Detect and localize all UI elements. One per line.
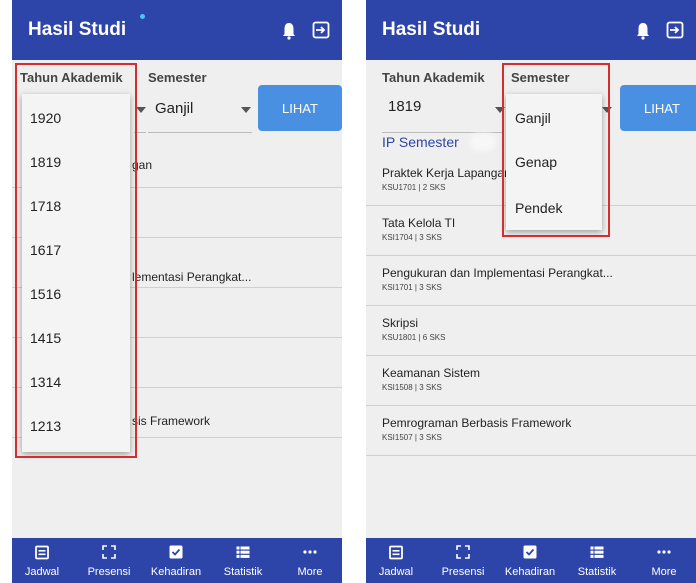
- year-option[interactable]: 1617: [30, 242, 61, 258]
- semester-select-underline: [148, 132, 252, 133]
- lihat-button[interactable]: LIHAT: [620, 85, 696, 131]
- lihat-button[interactable]: LIHAT: [258, 85, 342, 131]
- course-code: KSU1701 | 2 SKS: [382, 183, 446, 192]
- course-name: Tata Kelola TI: [382, 216, 456, 230]
- screen-right: Hasil Studi Tahun Akademik Semester 1819…: [366, 0, 696, 583]
- list-item[interactable]: Pemrograman Berbasis Framework KSI1507 |…: [366, 406, 696, 456]
- semester-label: Semester: [148, 70, 207, 85]
- list-item[interactable]: Skripsi KSU1801 | 6 SKS: [366, 306, 696, 356]
- semester-dropdown-menu: Ganjil Genap Pendek: [506, 94, 602, 230]
- app-bar: Hasil Studi: [12, 0, 342, 60]
- bottom-nav: Jadwal Presensi Kehadiran Statistik More: [12, 538, 342, 583]
- more-icon: [303, 550, 317, 554]
- year-select-value: 1819: [388, 98, 422, 115]
- logout-icon[interactable]: [666, 21, 684, 39]
- semester-option[interactable]: Ganjil: [515, 110, 551, 126]
- chevron-down-icon: [602, 107, 612, 113]
- course-name: Pemrograman Berbasis Framework: [382, 416, 572, 430]
- nav-label: More: [651, 566, 677, 578]
- nav-label: Jadwal: [24, 566, 60, 578]
- tahun-akademik-label: Tahun Akademik: [382, 70, 485, 85]
- notification-dot: [140, 14, 145, 19]
- year-option[interactable]: 1516: [30, 286, 61, 302]
- scan-icon: [102, 545, 116, 559]
- semester-option[interactable]: Genap: [515, 154, 557, 170]
- semester-label: Semester: [511, 70, 570, 85]
- nav-label: More: [297, 566, 323, 578]
- year-option[interactable]: 1718: [30, 198, 61, 214]
- ip-semester-label: IP Semester: [382, 134, 459, 150]
- course-name: Pengukuran dan Implementasi Perangkat...: [382, 266, 613, 280]
- bell-icon[interactable]: [636, 22, 650, 40]
- course-name: Praktek Kerja Lapangan: [382, 166, 511, 180]
- nav-item-kehadiran[interactable]: Kehadiran: [500, 538, 560, 583]
- year-option[interactable]: 1314: [30, 374, 61, 390]
- course-name: Skripsi: [382, 316, 419, 330]
- page-title: Hasil Studi: [28, 19, 127, 40]
- calendar-icon: [389, 545, 403, 560]
- course-code: KSI1701 | 3 SKS: [382, 283, 442, 292]
- bell-icon[interactable]: [282, 22, 296, 40]
- bottom-nav: Jadwal Presensi Kehadiran Statistik More: [366, 538, 696, 583]
- calendar-icon: [35, 545, 49, 560]
- list-item[interactable]: Pengukuran dan Implementasi Perangkat...…: [366, 256, 696, 306]
- year-option[interactable]: 1920: [30, 110, 61, 126]
- chevron-down-icon: [136, 107, 146, 113]
- nav-item-more[interactable]: More: [280, 538, 340, 583]
- course-code: KSI1508 | 3 SKS: [382, 383, 442, 392]
- list-icon: [236, 546, 250, 558]
- chevron-down-icon: [495, 107, 505, 113]
- year-dropdown-menu: 1920 1819 1718 1617 1516 1415 1314 1213: [22, 94, 130, 452]
- nav-label: Jadwal: [378, 566, 414, 578]
- course-code: KSI1507 | 3 SKS: [382, 433, 442, 442]
- year-option[interactable]: 1415: [30, 330, 61, 346]
- nav-label: Kehadiran: [504, 566, 556, 578]
- more-icon: [657, 550, 671, 554]
- year-select-underline: [134, 132, 146, 133]
- course-name: Keamanan Sistem: [382, 366, 481, 380]
- course-name: sis Framework: [132, 414, 211, 428]
- course-code: KSI1704 | 3 SKS: [382, 233, 442, 242]
- semester-option[interactable]: Pendek: [515, 200, 562, 216]
- course-name: gan: [132, 158, 153, 172]
- list-item[interactable]: Keamanan Sistem KSI1508 | 3 SKS: [366, 356, 696, 406]
- checkbox-icon: [169, 545, 183, 559]
- nav-label: Presensi: [441, 566, 485, 578]
- checkbox-icon: [523, 545, 537, 559]
- nav-item-presensi[interactable]: Presensi: [79, 538, 139, 583]
- nav-item-statistik[interactable]: Statistik: [567, 538, 627, 583]
- year-option[interactable]: 1819: [30, 154, 61, 170]
- nav-item-presensi[interactable]: Presensi: [433, 538, 493, 583]
- year-option[interactable]: 1213: [30, 418, 61, 434]
- course-name: lementasi Perangkat...: [132, 270, 252, 284]
- nav-item-more[interactable]: More: [634, 538, 694, 583]
- nav-item-kehadiran[interactable]: Kehadiran: [146, 538, 206, 583]
- scan-icon: [456, 545, 470, 559]
- nav-item-statistik[interactable]: Statistik: [213, 538, 273, 583]
- app-bar: Hasil Studi: [366, 0, 696, 60]
- nav-label: Kehadiran: [150, 566, 202, 578]
- list-icon: [590, 546, 604, 558]
- nav-item-jadwal[interactable]: Jadwal: [366, 538, 426, 583]
- nav-label: Statistik: [577, 566, 617, 578]
- nav-item-jadwal[interactable]: Jadwal: [12, 538, 72, 583]
- course-code: KSU1801 | 6 SKS: [382, 333, 446, 342]
- redaction-blur: [470, 133, 496, 151]
- semester-select-value: Ganjil: [155, 100, 194, 117]
- nav-label: Presensi: [87, 566, 131, 578]
- chevron-down-icon: [241, 107, 251, 113]
- tahun-akademik-label: Tahun Akademik: [20, 70, 123, 85]
- screen-left: Hasil Studi Tahun Akademik Semester Ganj…: [12, 0, 342, 583]
- logout-icon[interactable]: [312, 21, 330, 39]
- nav-label: Statistik: [223, 566, 263, 578]
- page-title: Hasil Studi: [382, 19, 481, 40]
